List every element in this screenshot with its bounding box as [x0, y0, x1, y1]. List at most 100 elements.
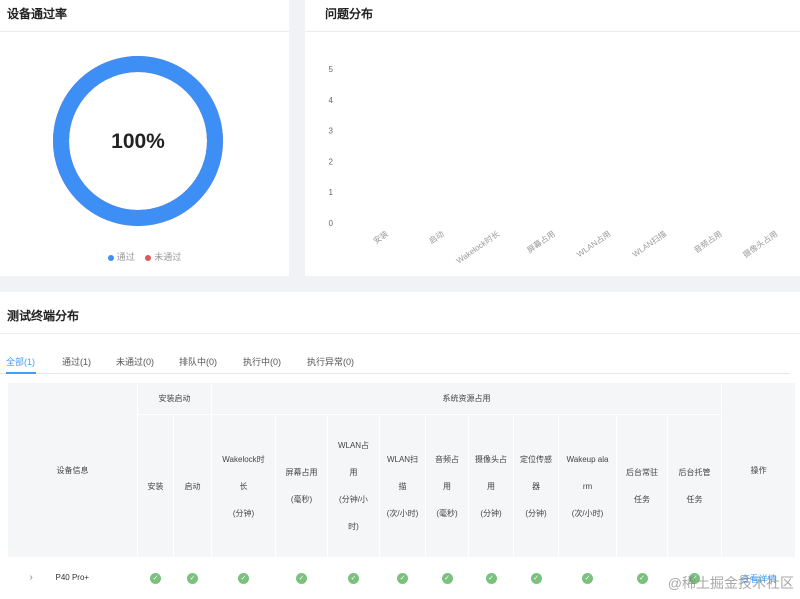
check-icon: ✓	[530, 573, 542, 585]
issue-distribution-card: 问题分布 0 1 2 3 4 5 安装 启动 Wakelock时长 屏幕占用 WLAN占用 WLAN扫…	[305, 0, 800, 276]
header-line: (毫秒)	[290, 495, 313, 504]
header-line: 用	[349, 468, 358, 477]
tab-running[interactable]: 执行中(0)	[243, 355, 281, 368]
check-icon: ✓	[187, 573, 198, 585]
terminal-table: 设备信息 安装启动 系统资源占用 操作 安装 启动 Wakelock时长 (分钟)…	[7, 382, 797, 599]
header-wlan-use: WLAN占用 (分钟/小时)	[327, 414, 380, 558]
cell-wakeup-alarm: ✓	[558, 557, 617, 599]
header-line: 任务	[634, 495, 650, 504]
terminal-distribution-title: 测试终端分布	[7, 309, 80, 323]
x-tick-label: WLAN占用	[575, 228, 613, 259]
x-tick-label: 音频占用	[692, 228, 724, 255]
header-wakeup-alarm: Wakeup ala rm (次/小时)	[558, 414, 617, 558]
check-icon: ✓	[636, 573, 648, 585]
active-tab-indicator	[6, 372, 36, 374]
header-line: 用	[487, 481, 495, 491]
tab-failed[interactable]: 未通过(0)	[116, 355, 154, 368]
cell-install: ✓	[137, 557, 174, 599]
header-line: 摄像头占	[475, 454, 507, 464]
check-icon: ✓	[296, 573, 307, 585]
header-line: 时)	[348, 522, 359, 531]
header-line: 用	[443, 481, 451, 491]
legend-dot-pass	[107, 254, 114, 261]
header-line: (分钟)	[232, 508, 255, 518]
header-line: 后台常驻	[626, 468, 658, 477]
tab-all[interactable]: 全部(1)	[6, 355, 35, 368]
divider	[0, 333, 800, 334]
pass-rate-percent: 100%	[111, 130, 165, 153]
cell-launch: ✓	[173, 557, 212, 599]
legend-dot-fail	[145, 254, 152, 261]
tab-error[interactable]: 执行异常(0)	[307, 355, 354, 368]
check-icon: ✓	[485, 573, 497, 585]
pass-rate-card: 设备通过率 100% 通过 未通过	[0, 0, 289, 276]
divider	[0, 31, 289, 32]
header-action: 操作	[721, 382, 797, 558]
header-line: 定位传感	[520, 454, 552, 464]
chevron-right-icon[interactable]: ›	[30, 572, 33, 583]
header-install: 安装	[137, 414, 174, 558]
header-line: (分钟/小	[339, 495, 368, 504]
y-tick-label: 2	[329, 157, 334, 166]
x-tick-label: 启动	[427, 228, 446, 245]
header-bg-resident: 后台常驻 任务	[616, 414, 668, 558]
device-name: P40 Pro+	[55, 573, 90, 582]
y-tick-label: 3	[329, 127, 334, 136]
cell-audio: ✓	[425, 557, 469, 599]
header-line: WLAN扫	[386, 454, 419, 464]
header-line: 器	[532, 481, 540, 491]
issue-bar-chart: 0 1 2 3 4 5 安装 启动 Wakelock时长 屏幕占用 WLAN占用 WLAN扫描 音频占用…	[329, 65, 780, 266]
header-line: Wakelock时	[222, 454, 265, 464]
header-wlan-scan: WLAN扫描 (次/小时)	[379, 414, 426, 558]
watermark: @稀土掘金技术社区	[667, 575, 794, 591]
tab-passed[interactable]: 通过(1)	[62, 355, 91, 368]
legend-label-pass: 通过	[116, 252, 135, 262]
header-line: 音频占	[435, 454, 459, 464]
header-camera: 摄像头占用 (分钟)	[468, 414, 514, 558]
cell-location: ✓	[513, 557, 559, 599]
cell-wlan-use: ✓	[327, 557, 380, 599]
y-tick-label: 4	[329, 96, 334, 105]
header-line: 后台托管	[678, 468, 711, 477]
check-icon: ✓	[582, 573, 593, 585]
y-tick-label: 0	[329, 219, 334, 228]
header-screen: 屏幕占用 (毫秒)	[275, 414, 328, 558]
cell-wlan-scan: ✓	[379, 557, 426, 599]
cell-camera: ✓	[468, 557, 514, 599]
header-line: WLAN占	[337, 441, 370, 450]
x-tick-label: 摄像头占用	[741, 228, 780, 259]
cell-screen: ✓	[275, 557, 328, 599]
header-wakelock: Wakelock时长 (分钟)	[211, 414, 276, 558]
x-tick-label: 屏幕占用	[525, 228, 557, 255]
header-line: Wakeup ala	[566, 454, 609, 464]
header-line: 长	[239, 481, 248, 491]
x-tick-label: Wakelock时长	[454, 228, 501, 265]
cell-wakelock: ✓	[211, 557, 276, 599]
check-icon: ✓	[441, 573, 453, 585]
pass-rate-title: 设备通过率	[7, 7, 68, 21]
issue-distribution-title: 问题分布	[325, 7, 374, 21]
header-line: 任务	[686, 495, 703, 504]
legend-item-pass[interactable]: 通过	[107, 250, 135, 263]
pass-legend: 通过 未通过	[0, 250, 289, 263]
check-icon: ✓	[150, 573, 161, 585]
header-launch: 启动	[173, 414, 212, 558]
legend-label-fail: 未通过	[154, 252, 182, 262]
tab-queued[interactable]: 排队中(0)	[179, 355, 217, 368]
header-system-resource: 系统资源占用	[210, 382, 723, 415]
legend-item-fail[interactable]: 未通过	[145, 250, 181, 263]
header-line: (分钟)	[525, 508, 547, 518]
header-line: 屏幕占用	[285, 468, 318, 477]
check-icon: ✓	[397, 573, 408, 585]
x-tick-label: 安装	[371, 228, 390, 245]
cell-bg-resident: ✓	[616, 557, 668, 599]
header-line: (毫秒)	[436, 508, 458, 518]
y-tick-label: 1	[329, 188, 334, 197]
pass-rate-donut: 100%	[53, 56, 223, 226]
device-cell: › P40 Pro+	[7, 557, 138, 599]
header-line: rm	[582, 481, 593, 491]
header-location: 定位传感器 (分钟)	[513, 414, 559, 558]
header-line: (分钟)	[480, 508, 502, 518]
header-audio: 音频占用 (毫秒)	[425, 414, 469, 558]
y-tick-label: 5	[329, 65, 334, 74]
